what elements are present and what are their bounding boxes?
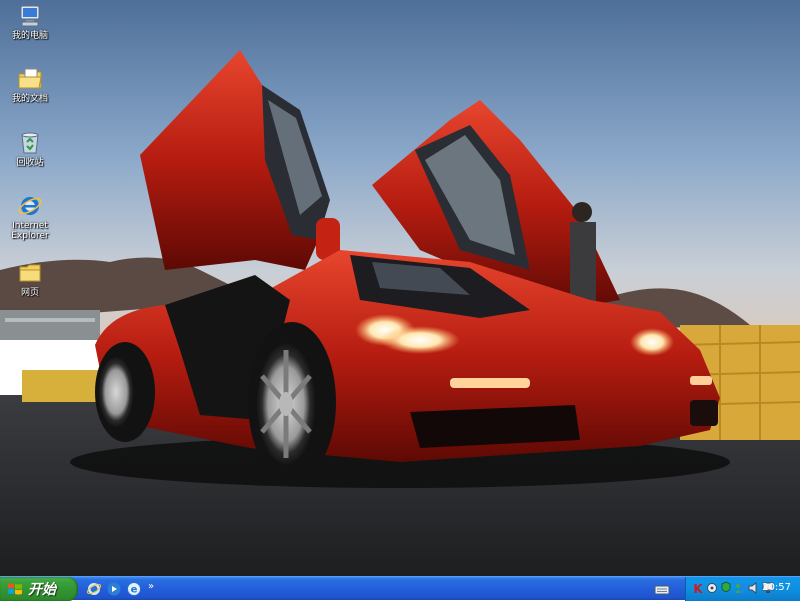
messenger-icon[interactable] xyxy=(734,581,746,595)
folder-icon xyxy=(19,264,41,282)
recycle-bin-icon xyxy=(21,132,39,154)
keyboard-icon[interactable] xyxy=(654,581,670,597)
internet-explorer-icon xyxy=(18,197,42,215)
desktop-icon-label: 我的电脑 xyxy=(11,31,48,41)
start-button[interactable]: 开始 xyxy=(0,577,78,601)
my-documents-icon xyxy=(18,68,42,89)
browser-icon[interactable]: e xyxy=(126,581,142,597)
speaker-icon[interactable] xyxy=(748,581,760,595)
my-computer-icon xyxy=(20,5,40,27)
desktop-icon-label: 回收站 xyxy=(16,158,44,168)
antivirus-k-icon[interactable]: K xyxy=(692,581,704,595)
desktop-icon-my-computer[interactable]: 我的电脑 xyxy=(6,3,54,41)
desktop-icon-web-pages[interactable]: 网页 xyxy=(6,260,54,298)
desktop-icon-recycle-bin[interactable]: 回收站 xyxy=(6,130,54,168)
quick-launch: e » xyxy=(86,580,154,598)
desktop-icon-label: Internet Explorer xyxy=(11,221,49,241)
media-player-icon[interactable] xyxy=(106,581,122,597)
security-icon[interactable] xyxy=(720,581,732,595)
quick-launch-more-button[interactable]: » xyxy=(148,581,154,592)
svg-text:K: K xyxy=(693,582,703,595)
desktop-icon-label: 网页 xyxy=(20,288,39,298)
network-icon[interactable] xyxy=(706,581,718,595)
taskbar: 开始 e » K 20:57 xyxy=(0,576,800,601)
clock[interactable]: 20:57 xyxy=(762,582,791,593)
desktop-icon-internet-explorer[interactable]: Internet Explorer xyxy=(6,193,54,241)
desktop-icon-my-documents[interactable]: 我的文档 xyxy=(6,66,54,104)
svg-text:e: e xyxy=(131,585,138,596)
system-tray: K 20:57 xyxy=(685,577,800,601)
start-label: 开始 xyxy=(28,582,56,598)
windows-logo-icon xyxy=(8,583,22,595)
internet-explorer-icon[interactable] xyxy=(86,581,102,597)
desktop-icon-label: 我的文档 xyxy=(11,94,48,104)
desktop-wallpaper xyxy=(0,0,800,576)
